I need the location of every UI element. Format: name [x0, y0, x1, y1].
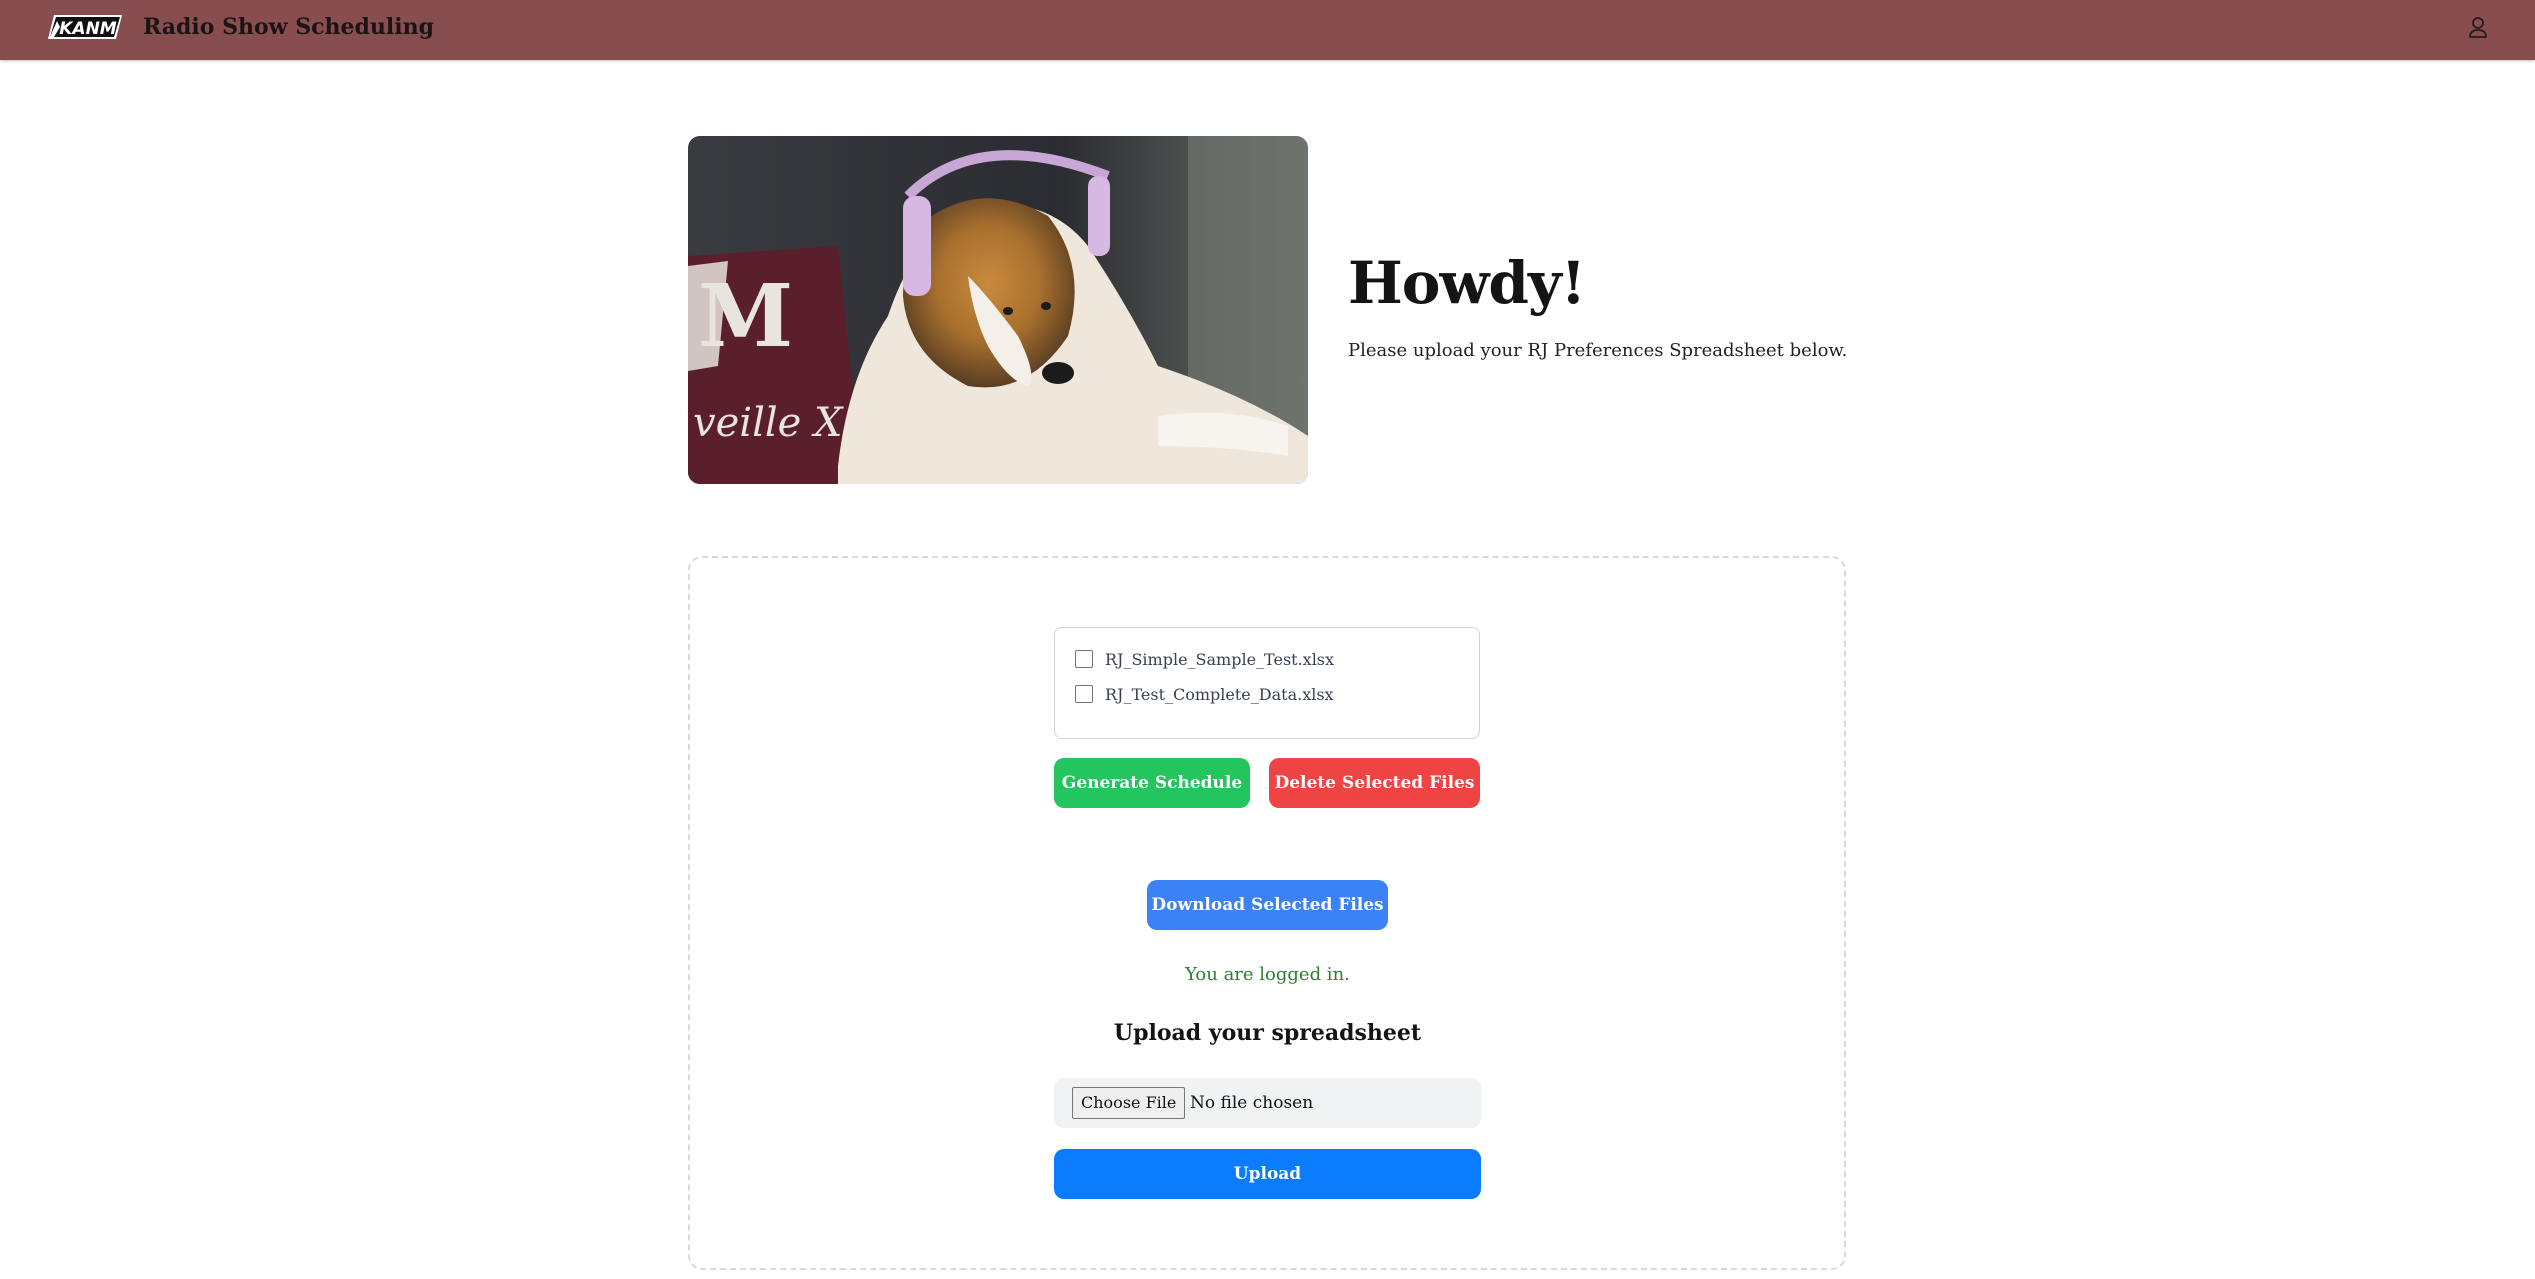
file-list-item[interactable]: RJ_Simple_Sample_Test.xlsx — [1075, 646, 1334, 672]
generate-schedule-button[interactable]: Generate Schedule — [1054, 758, 1250, 808]
upload-button[interactable]: Upload — [1054, 1149, 1481, 1199]
upload-heading: Upload your spreadsheet — [1113, 1020, 1422, 1046]
uploaded-files-list: RJ_Simple_Sample_Test.xlsx RJ_Test_Compl… — [1054, 627, 1480, 739]
upload-instructions: Please upload your RJ Preferences Spread… — [1348, 340, 1848, 361]
collie-photo: M veille X — [688, 136, 1308, 484]
hero-image: M veille X — [688, 136, 1308, 484]
download-selected-files-button[interactable]: Download Selected Files — [1147, 880, 1388, 930]
no-file-chosen-text: No file chosen — [1190, 1093, 1314, 1113]
file-name: RJ_Simple_Sample_Test.xlsx — [1105, 649, 1335, 669]
kanm-logo[interactable]: KANM — [48, 13, 122, 41]
login-status-text: You are logged in. — [1185, 964, 1350, 985]
top-nav-bar: KANM Radio Show Scheduling — [0, 0, 2535, 60]
file-input-field[interactable]: Choose File No file chosen — [1054, 1078, 1481, 1128]
logo-text: KANM — [59, 19, 117, 39]
file-list-item[interactable]: RJ_Test_Complete_Data.xlsx — [1075, 681, 1334, 707]
file-name: RJ_Test_Complete_Data.xlsx — [1105, 684, 1334, 704]
choose-file-button[interactable]: Choose File — [1072, 1087, 1186, 1119]
file-checkbox[interactable] — [1075, 685, 1093, 703]
delete-selected-files-button[interactable]: Delete Selected Files — [1269, 758, 1480, 808]
blanket-text: veille X — [693, 400, 844, 446]
greeting-heading: Howdy! — [1348, 249, 1586, 317]
user-icon[interactable] — [2466, 14, 2490, 42]
file-checkbox[interactable] — [1075, 650, 1093, 668]
app-title: Radio Show Scheduling — [143, 14, 435, 40]
blanket-letter: M — [698, 266, 793, 367]
